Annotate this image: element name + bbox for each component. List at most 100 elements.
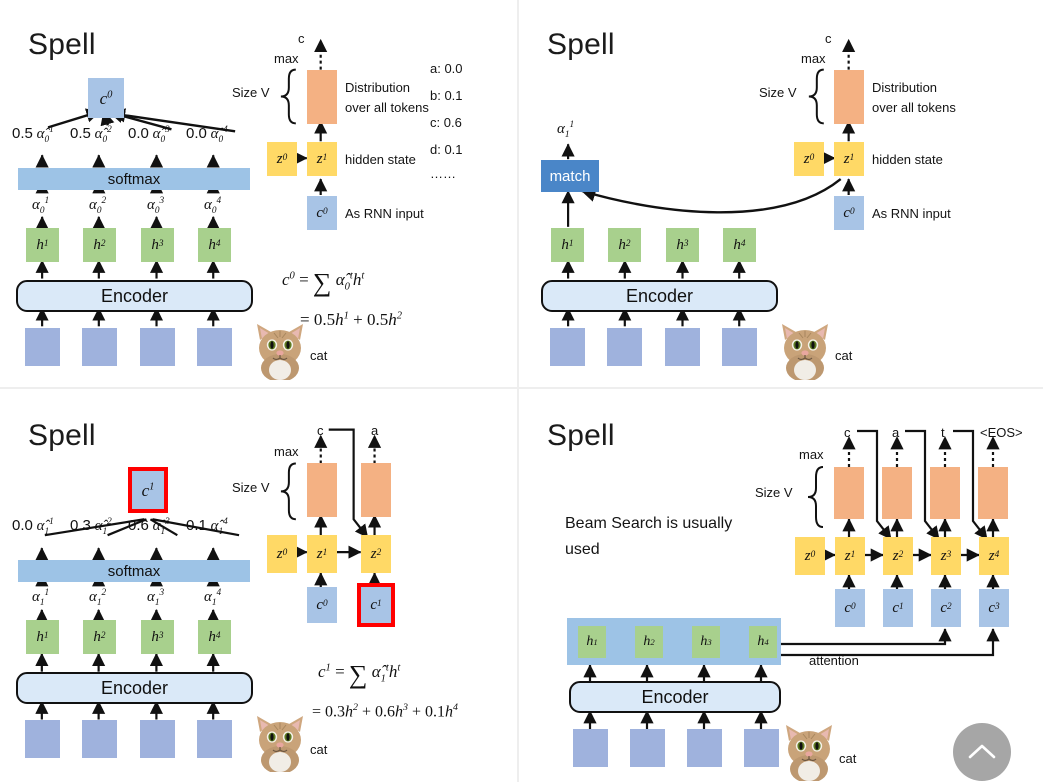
input-block-4[interactable] [197, 328, 232, 366]
cat-photo [782, 324, 828, 380]
decoder-state-z1[interactable]: z1 [835, 537, 865, 575]
distribution-bar-1[interactable] [307, 463, 337, 517]
input-block-4[interactable] [722, 328, 757, 366]
decoder-state-z2[interactable]: z2 [883, 537, 913, 575]
token-prob-b: b: 0.1 [430, 88, 463, 103]
decoder-input-c0[interactable]: c0 [835, 589, 865, 627]
input-block-1[interactable] [25, 720, 60, 758]
context-vector-box[interactable]: c0 [88, 78, 124, 118]
distribution-bar-3[interactable] [930, 467, 960, 519]
encoder-hidden-1[interactable]: h1 [551, 228, 584, 262]
encoder-hidden-2[interactable]: h2 [608, 228, 641, 262]
input-block-3[interactable] [140, 328, 175, 366]
input-block-1[interactable] [573, 729, 608, 767]
raw-weight-2: α12 [89, 588, 107, 608]
encoder-hidden-4[interactable]: h4 [749, 626, 777, 658]
distribution-bar-4[interactable] [978, 467, 1008, 519]
encoder-block[interactable]: Encoder [16, 672, 253, 704]
encoder-block[interactable]: Encoder [541, 280, 778, 312]
distribution-bar-2[interactable] [882, 467, 912, 519]
raw-weight-1: α11 [32, 588, 50, 608]
encoder-label: Encoder [100, 677, 169, 698]
input-block-2[interactable] [82, 720, 117, 758]
distribution-bar[interactable] [834, 70, 864, 124]
token-prob-d: d: 0.1 [430, 142, 463, 157]
raw-weight-4: α14 [204, 588, 222, 608]
match-block[interactable]: match [541, 160, 599, 192]
softmax-bar[interactable]: softmax [18, 560, 250, 582]
hidden-state-label: hidden state [872, 152, 943, 167]
output-token-1: c [317, 423, 324, 438]
softmax-bar[interactable]: softmax [18, 168, 250, 190]
decoder-input-c0[interactable]: c0 [307, 196, 337, 230]
context-vector-box-highlighted[interactable]: c1 [128, 467, 168, 513]
decoder-state-z2[interactable]: z2 [361, 535, 391, 573]
input-block-3[interactable] [665, 328, 700, 366]
encoder-hidden-2[interactable]: h2 [83, 228, 116, 262]
beam-search-note-line-2: used [565, 541, 600, 558]
decoder-input-c2[interactable]: c2 [931, 589, 961, 627]
decoder-state-z0[interactable]: z0 [794, 142, 824, 176]
max-label: max [274, 444, 299, 459]
input-block-1[interactable] [25, 328, 60, 366]
input-block-4[interactable] [744, 729, 779, 767]
distribution-bar-1[interactable] [834, 467, 864, 519]
decoder-state-z4[interactable]: z4 [979, 537, 1009, 575]
slide-3[interactable]: Spell c1 0.0 α̂11 0.3 α̂12 0.6 α̂13 0.1 … [0, 389, 519, 782]
input-block-2[interactable] [607, 328, 642, 366]
encoder-label: Encoder [641, 686, 709, 707]
decoder-state-z3[interactable]: z3 [931, 537, 961, 575]
distribution-bar-2[interactable] [361, 463, 391, 517]
input-block-1[interactable] [550, 328, 585, 366]
match-label: match [549, 167, 591, 185]
weight-label-4: 0.1 α̂14 [186, 517, 228, 537]
output-token-3: t [941, 425, 945, 440]
input-block-2[interactable] [82, 328, 117, 366]
encoder-hidden-2[interactable]: h2 [83, 620, 116, 654]
decoder-input-c1[interactable]: c1 [883, 589, 913, 627]
encoder-hidden-4[interactable]: h4 [198, 228, 231, 262]
decoder-input-c0[interactable]: c0 [834, 196, 864, 230]
decoder-state-z0[interactable]: z0 [795, 537, 825, 575]
input-block-4[interactable] [197, 720, 232, 758]
beam-search-note-line-1: Beam Search is usually [565, 515, 733, 532]
encoder-hidden-1[interactable]: h1 [578, 626, 606, 658]
encoder-hidden-1[interactable]: h1 [26, 620, 59, 654]
softmax-label: softmax [107, 170, 161, 188]
encoder-hidden-4[interactable]: h4 [723, 228, 756, 262]
encoder-hidden-1[interactable]: h1 [26, 228, 59, 262]
hidden-state-label: hidden state [345, 152, 416, 167]
encoder-block[interactable]: Encoder [16, 280, 253, 312]
input-block-3[interactable] [687, 729, 722, 767]
decoder-state-z1[interactable]: z1 [307, 535, 337, 573]
encoder-hidden-4[interactable]: h4 [198, 620, 231, 654]
decoder-input-c3[interactable]: c3 [979, 589, 1009, 627]
distribution-text-1: Distribution [345, 80, 411, 95]
slide-2[interactable]: Spell α11 match h1 h2 h3 h4 Encoder cat … [519, 0, 1043, 389]
decoder-state-z1[interactable]: z1 [307, 142, 337, 176]
encoder-hidden-3[interactable]: h3 [666, 228, 699, 262]
scroll-to-top-button[interactable] [953, 723, 1011, 781]
decoder-input-c1-highlighted[interactable]: c1 [357, 583, 395, 627]
slide-grid: Spell c0 0.5 α̂01 0.5 α̂02 0.0 α̂03 0.0 … [0, 0, 1043, 782]
encoder-hidden-3[interactable]: h3 [692, 626, 720, 658]
encoder-hidden-3[interactable]: h3 [141, 228, 174, 262]
encoder-label: Encoder [100, 285, 169, 306]
size-v-label: Size V [232, 480, 270, 495]
decoder-state-z1[interactable]: z1 [834, 142, 864, 176]
slide-1[interactable]: Spell c0 0.5 α̂01 0.5 α̂02 0.0 α̂03 0.0 … [0, 0, 519, 389]
encoder-hidden-3[interactable]: h3 [141, 620, 174, 654]
slide-4[interactable]: Spell Beam Search is usually used h1 h2 … [519, 389, 1043, 782]
input-block-2[interactable] [630, 729, 665, 767]
output-token-label: c [298, 31, 305, 46]
slide-title: Spell [547, 28, 615, 61]
decoder-state-z0[interactable]: z0 [267, 142, 297, 176]
decoder-input-c0[interactable]: c0 [307, 587, 337, 623]
formula-line-1: c0 = ∑ α̂0tht [282, 268, 365, 297]
encoder-hidden-2[interactable]: h2 [635, 626, 663, 658]
distribution-bar[interactable] [307, 70, 337, 124]
formula-line-2: = 0.5h1 + 0.5h2 [300, 310, 402, 329]
decoder-state-z0[interactable]: z0 [267, 535, 297, 573]
encoder-block[interactable]: Encoder [569, 681, 781, 713]
input-block-3[interactable] [140, 720, 175, 758]
